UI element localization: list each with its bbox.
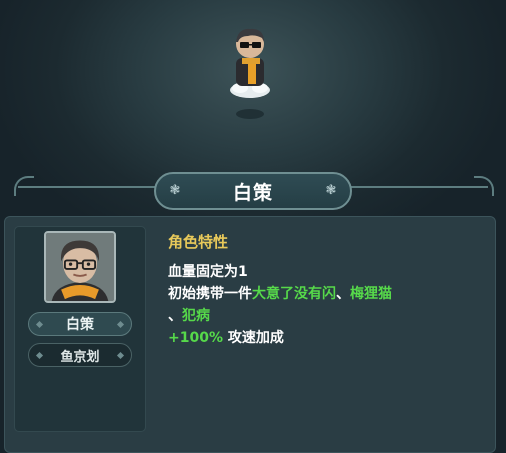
trait-item-3: 犯病 (182, 308, 210, 324)
corner-ornament-left (14, 176, 34, 196)
trait-items-prefix: 初始携带一件 (168, 286, 252, 302)
title-divider-left (18, 186, 158, 188)
trait-attack-speed: +100% 攻速加成 (168, 327, 488, 349)
trait-bonus-text: 攻速加成 (222, 330, 284, 346)
traits-heading: 角色特性 (168, 233, 229, 251)
character-title-plate: ❃ 白策 ❃ (154, 172, 352, 210)
trait-hp: 血量固定为1 (168, 264, 248, 280)
character-title: 白策 (232, 181, 273, 204)
title-divider-right (348, 186, 488, 188)
character-nickname: 鱼京划 (60, 349, 100, 365)
character-name-plate: 白策 (28, 312, 132, 336)
trait-separator: 、 (336, 286, 350, 302)
hero-sprite (230, 28, 270, 119)
diamond-ornament-icon (35, 320, 44, 329)
diamond-ornament-icon (116, 320, 125, 329)
trait-bonus-value: +100% (168, 330, 223, 346)
trait-item-2: 梅狸猫 (350, 286, 392, 302)
flower-ornament-icon: ❃ (325, 183, 337, 198)
trait-starting-items: 初始携带一件大意了没有闪、梅狸猫 、犯病 (168, 283, 488, 327)
flower-ornament-icon: ❃ (169, 183, 181, 198)
character-traits: 角色特性 血量固定为1 初始携带一件大意了没有闪、梅狸猫 、犯病 +100% 攻速… (168, 231, 488, 349)
character-portrait (44, 231, 116, 303)
character-nickname-plate: 鱼京划 (28, 343, 132, 367)
diamond-ornament-icon (35, 351, 44, 360)
corner-ornament-right (474, 176, 494, 196)
trait-separator: 、 (168, 308, 182, 324)
diamond-ornament-icon (116, 351, 125, 360)
character-name: 白策 (66, 317, 94, 333)
trait-item-1: 大意了没有闪 (252, 286, 336, 302)
